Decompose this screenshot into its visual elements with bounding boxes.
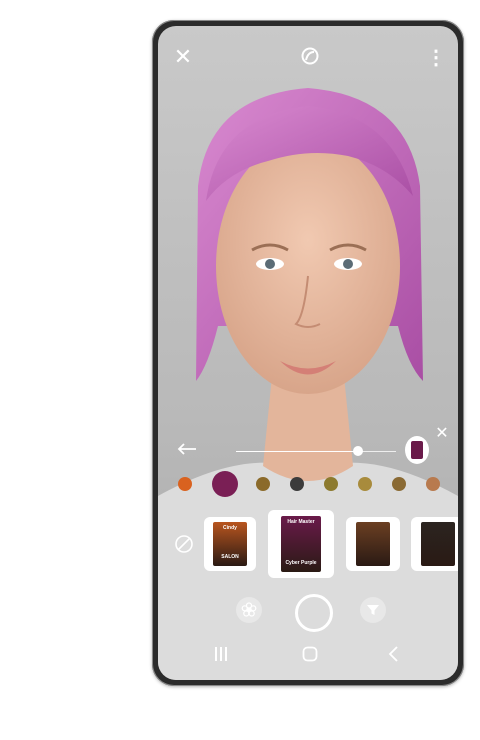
shutter-button[interactable]	[295, 594, 333, 632]
no-filter-icon[interactable]	[172, 532, 196, 556]
camera-preview	[158, 88, 458, 680]
filter-icon[interactable]	[360, 597, 386, 623]
more-vertical-icon[interactable]: ⋮	[426, 46, 446, 69]
product-card[interactable]	[346, 517, 400, 571]
system-nav-bar	[158, 634, 458, 680]
product-card[interactable]: Hair Master Cyber Purple	[268, 510, 334, 578]
product-brand-label: Cindy	[223, 525, 237, 531]
product-title-label: Cyber Purple	[285, 560, 317, 566]
slider-fill	[236, 451, 358, 452]
phone-frame: ✕ ⋮ ✕ Cindy SALON Hair Master Cyber Purp…	[152, 20, 464, 686]
color-swatch[interactable]	[256, 477, 270, 491]
close-icon[interactable]: ✕	[172, 46, 194, 68]
product-box-image	[356, 522, 390, 566]
color-swatch-row	[170, 471, 458, 503]
color-swatch[interactable]	[178, 477, 192, 491]
product-box-image: Hair Master Cyber Purple	[281, 516, 321, 572]
slider-thumb[interactable]	[352, 446, 363, 456]
color-swatch[interactable]	[212, 471, 238, 497]
arrow-left-icon[interactable]	[174, 438, 200, 460]
top-bar: ✕ ⋮	[158, 26, 458, 86]
color-swatch[interactable]	[426, 477, 440, 491]
product-row: Cindy SALON Hair Master Cyber Purple	[158, 508, 458, 580]
product-box-image: Cindy SALON	[213, 522, 247, 566]
product-title-label: SALON	[221, 554, 239, 560]
selected-product-thumbnail[interactable]	[405, 436, 429, 464]
intensity-slider[interactable]	[236, 446, 396, 456]
product-box-image	[421, 522, 455, 566]
flower-icon[interactable]	[236, 597, 262, 623]
color-swatch[interactable]	[324, 477, 338, 491]
product-card[interactable]	[411, 517, 458, 571]
camera-screen: ✕ ⋮ ✕ Cindy SALON Hair Master Cyber Purp…	[158, 26, 458, 680]
color-swatch[interactable]	[358, 477, 372, 491]
close-icon[interactable]: ✕	[434, 426, 450, 442]
color-swatch[interactable]	[290, 477, 304, 491]
recent-apps-icon[interactable]	[214, 646, 228, 662]
product-card[interactable]: Cindy SALON	[204, 517, 256, 571]
color-swatch[interactable]	[392, 477, 406, 491]
product-brand-label: Hair Master	[287, 519, 315, 525]
brand-logo-icon	[298, 44, 322, 68]
back-chevron-icon[interactable]	[388, 646, 400, 662]
home-icon[interactable]	[302, 646, 318, 662]
